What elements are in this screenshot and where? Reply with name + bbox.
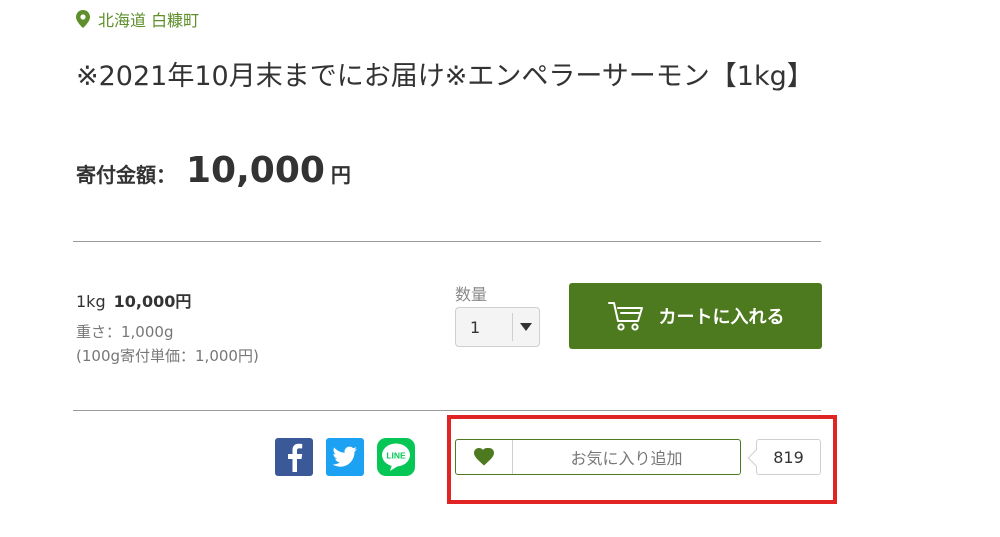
divider [73, 241, 821, 242]
twitter-icon [332, 446, 357, 467]
price-unit: 円 [330, 163, 351, 187]
product-title: ※2021年10月末までにお届け※エンペラーサーモン【1kg】 [76, 61, 814, 92]
add-favorite-label: お気に入り追加 [570, 449, 683, 468]
facebook-share-button[interactable] [275, 438, 313, 476]
line-icon: LINE [382, 443, 410, 471]
line-share-button[interactable]: LINE [377, 438, 415, 476]
price-label: 寄付金額： [76, 163, 176, 187]
add-favorite-button[interactable]: お気に入り追加 [455, 439, 741, 475]
variant-unit-price: (100g寄付単価：1,000円) [76, 347, 259, 365]
quantity-value: 1 [470, 317, 481, 337]
chevron-down-icon[interactable] [513, 323, 539, 331]
variant-weight: 重さ：1,000g [76, 323, 174, 341]
facebook-icon [288, 443, 303, 472]
favorite-count: 819 [756, 439, 821, 475]
variant-size: 1kg [76, 292, 106, 311]
cart-icon [607, 302, 643, 331]
add-to-cart-button[interactable]: カートに入れる [569, 283, 822, 349]
donation-price: 寄付金額： 10,000 円 [76, 150, 351, 191]
location-text: 北海道 白糠町 [98, 11, 200, 30]
heart-icon [456, 440, 513, 474]
price-amount: 10,000 [186, 150, 325, 191]
add-to-cart-label: カートに入れる [658, 307, 785, 328]
variant-price: 10,000円 [113, 292, 192, 311]
divider [73, 410, 821, 411]
map-pin-icon [76, 10, 90, 28]
location: 北海道 白糠町 [76, 7, 199, 31]
quantity-select[interactable]: 1 [455, 307, 540, 347]
variant-line: 1kg 10,000円 [76, 288, 191, 312]
line-logo-text: LINE [386, 451, 406, 461]
variant-meta: 重さ：1,000g (100g寄付単価：1,000円) [76, 320, 259, 368]
twitter-share-button[interactable] [326, 438, 364, 476]
quantity-label: 数量 [455, 285, 488, 304]
